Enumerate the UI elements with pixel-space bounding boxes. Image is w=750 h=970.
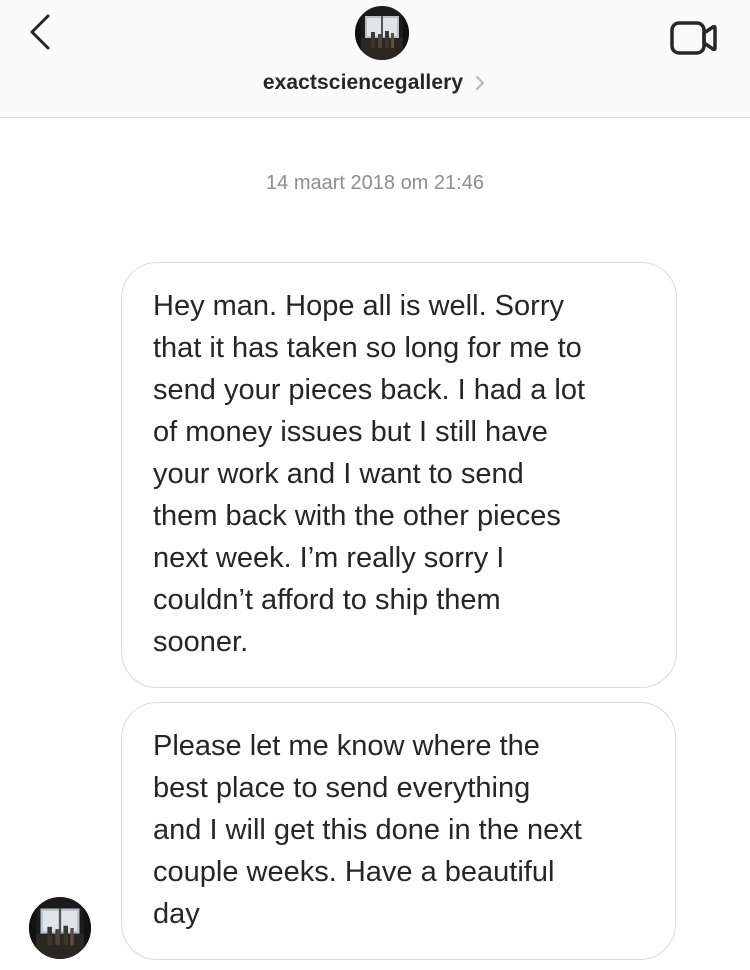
message-timestamp: 14 maart 2018 om 21:46 — [266, 172, 484, 194]
back-button[interactable] — [18, 10, 62, 54]
sender-avatar[interactable] — [29, 897, 91, 959]
username-link[interactable]: exactsciencegallery — [263, 71, 463, 95]
chevron-left-icon — [30, 14, 50, 50]
message-bubble[interactable]: Hey man. Hope all is well. Sorry that it… — [121, 262, 677, 688]
chat-header: exactsciencegallery — [0, 0, 750, 118]
gallery-avatar-photo — [355, 6, 409, 60]
header-avatar[interactable] — [355, 6, 409, 60]
video-camera-icon — [670, 21, 717, 55]
gallery-avatar-photo — [29, 897, 91, 959]
video-call-button[interactable] — [666, 16, 720, 60]
header-title: exactsciencegallery — [0, 66, 750, 100]
message-bubble[interactable]: Please let me know where the best place … — [121, 702, 676, 960]
chevron-right-icon — [473, 73, 487, 93]
